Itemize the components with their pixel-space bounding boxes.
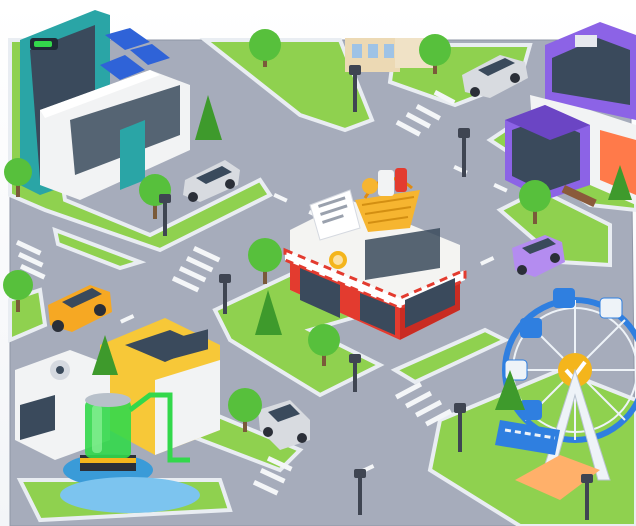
isometric-city-scene [0,0,636,526]
